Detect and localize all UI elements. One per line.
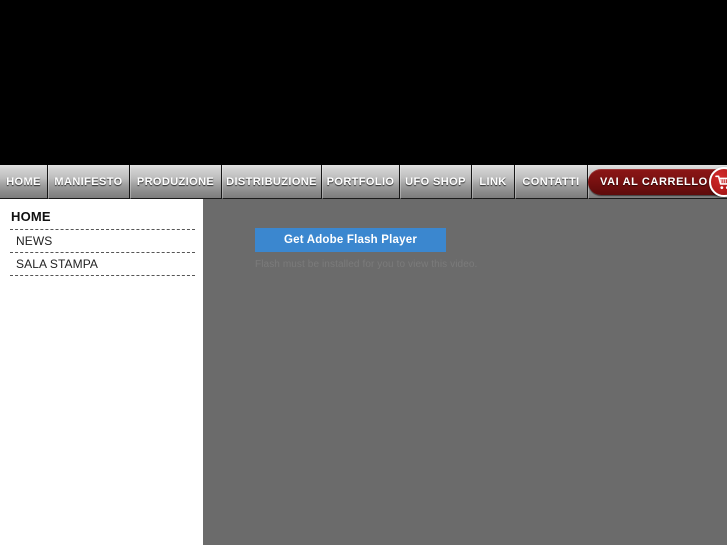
sidebar-item-sala-stampa[interactable]: SALA STAMPA bbox=[10, 254, 195, 274]
nav-item-distribuzione[interactable]: DISTRIBUZIONE bbox=[222, 165, 323, 199]
nav-item-label: MANIFESTO bbox=[54, 176, 123, 188]
get-adobe-flash-player-button[interactable]: Get Adobe Flash Player bbox=[255, 228, 446, 252]
nav-item-label: DISTRIBUZIONE bbox=[226, 176, 317, 188]
nav-item-ufo-shop[interactable]: UFO SHOP bbox=[400, 165, 473, 199]
cart-zone: VAI AL CARRELLO bbox=[588, 165, 727, 199]
nav-item-label: CONTATTI bbox=[522, 176, 580, 188]
nav-item-label: LINK bbox=[479, 176, 507, 188]
main-navigation: HOME MANIFESTO PRODUZIONE DISTRIBUZIONE … bbox=[0, 165, 727, 199]
main-content-area: Get Adobe Flash Player Flash must be ins… bbox=[203, 199, 727, 545]
nav-item-label: HOME bbox=[6, 176, 41, 188]
nav-item-manifesto[interactable]: MANIFESTO bbox=[48, 165, 131, 199]
nav-item-portfolio[interactable]: PORTFOLIO bbox=[322, 165, 401, 199]
flash-required-note: Flash must be installed for you to view … bbox=[255, 259, 478, 270]
sidebar-item-news[interactable]: NEWS bbox=[10, 231, 195, 251]
shopping-cart-icon bbox=[708, 167, 727, 197]
flash-placeholder: Get Adobe Flash Player Flash must be ins… bbox=[255, 228, 478, 270]
nav-item-label: UFO SHOP bbox=[405, 176, 466, 188]
nav-item-label: PRODUZIONE bbox=[136, 176, 215, 188]
nav-item-home[interactable]: HOME bbox=[0, 165, 49, 199]
nav-item-label: PORTFOLIO bbox=[326, 176, 395, 188]
go-to-cart-button[interactable]: VAI AL CARRELLO bbox=[588, 167, 727, 197]
page-root: HOME MANIFESTO PRODUZIONE DISTRIBUZIONE … bbox=[0, 0, 727, 545]
nav-item-link[interactable]: LINK bbox=[472, 165, 516, 199]
sidebar-divider bbox=[10, 275, 195, 276]
sidebar: HOME NEWS SALA STAMPA bbox=[0, 199, 203, 545]
top-banner bbox=[0, 0, 727, 165]
nav-item-produzione[interactable]: PRODUZIONE bbox=[130, 165, 223, 199]
nav-item-contatti[interactable]: CONTATTI bbox=[515, 165, 589, 199]
sidebar-divider bbox=[10, 229, 195, 230]
sidebar-divider bbox=[10, 252, 195, 253]
sidebar-title-home[interactable]: HOME bbox=[10, 209, 195, 228]
cart-button-label: VAI AL CARRELLO bbox=[600, 176, 708, 188]
